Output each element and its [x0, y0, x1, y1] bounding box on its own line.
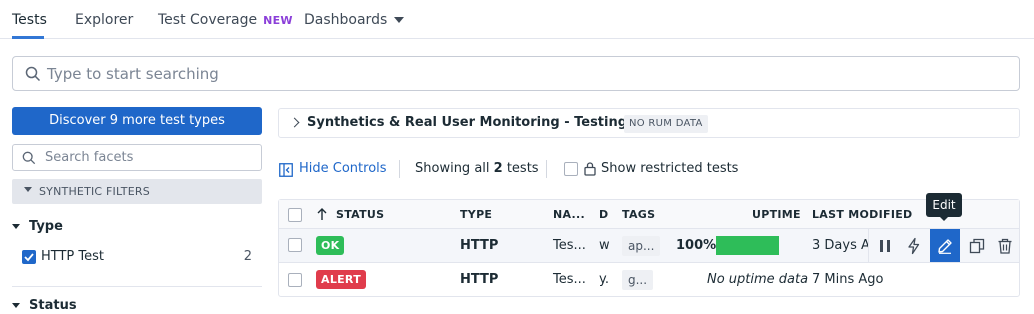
column-header-status[interactable]: STATUS	[336, 208, 384, 221]
pencil-icon	[938, 239, 952, 254]
table-row[interactable]: ALERT HTTP Tes... y. g... No uptime data…	[279, 263, 1019, 297]
pause-icon[interactable]	[876, 237, 894, 255]
clone-icon[interactable]	[968, 237, 986, 255]
column-header-d[interactable]: D	[599, 208, 608, 221]
lightning-icon[interactable]	[905, 237, 923, 255]
tag-chip[interactable]: g...	[622, 270, 654, 290]
select-all-checkbox[interactable]	[288, 208, 302, 222]
table-row[interactable]: OK HTTP Tes... w ap... 100% 3 Days A	[279, 229, 1019, 263]
tab-dashboards-label: Dashboards	[304, 12, 388, 28]
tag-chip[interactable]: ap...	[622, 236, 661, 256]
synthetic-filters-header[interactable]: SYNTHETIC FILTERS	[12, 179, 262, 204]
tab-test-coverage-label: Test Coverage	[158, 12, 258, 28]
search-input[interactable]: Type to start searching	[12, 56, 1020, 91]
search-facets-input[interactable]: Search facets	[12, 144, 262, 171]
showing-prefix: Showing all	[415, 161, 494, 176]
column-header-tags[interactable]: TAGS	[622, 208, 655, 221]
chevron-down-icon	[12, 303, 20, 308]
column-header-last-modified[interactable]: LAST MODIFIED	[812, 208, 912, 221]
status-badge: OK	[316, 236, 345, 255]
edit-button[interactable]	[930, 229, 960, 262]
status-facet-header[interactable]: Status	[12, 298, 77, 313]
search-facets-placeholder: Search facets	[45, 150, 134, 165]
search-placeholder: Type to start searching	[47, 65, 219, 83]
sidebar-toggle-icon	[279, 163, 293, 177]
trash-icon[interactable]	[996, 237, 1014, 255]
name-cell[interactable]: Tes...	[553, 272, 586, 287]
divider	[546, 160, 547, 178]
discover-test-types-button[interactable]: Discover 9 more test types	[12, 107, 262, 135]
last-modified-cell: 7 Mins Ago	[812, 272, 884, 287]
lock-icon	[584, 162, 596, 176]
column-header-name[interactable]: NA...	[553, 208, 585, 221]
status-facet-label: Status	[29, 298, 77, 313]
checkbox-checked[interactable]	[22, 250, 36, 264]
uptime-cell: No uptime data	[707, 272, 809, 287]
synthetic-filters-label: SYNTHETIC FILTERS	[39, 185, 150, 198]
no-rum-data-badge: NO RUM DATA	[624, 115, 708, 133]
chevron-down-icon	[12, 224, 20, 229]
showing-count-text: Showing all 2 tests	[415, 161, 539, 181]
row-checkbox[interactable]	[288, 273, 302, 287]
uptime-percent: 100%	[676, 238, 717, 253]
type-cell: HTTP	[460, 238, 499, 253]
search-icon	[25, 66, 41, 82]
active-tab-indicator	[12, 36, 44, 39]
last-modified-cell: 3 Days A	[812, 238, 870, 253]
tab-dashboards[interactable]: Dashboards	[304, 12, 405, 28]
row-actions	[868, 229, 1019, 262]
chevron-down-icon	[24, 187, 32, 192]
coverage-panel[interactable]: Synthetics & Real User Monitoring - Test…	[278, 108, 1020, 138]
d-cell: w	[599, 238, 610, 253]
name-cell[interactable]: Tes...	[553, 238, 586, 253]
facet-item-http-test[interactable]: HTTP Test 2	[22, 249, 252, 267]
divider	[12, 286, 262, 287]
tests-table: STATUS TYPE NA... D TAGS UPTIME LAST MOD…	[278, 199, 1020, 297]
column-header-type[interactable]: TYPE	[460, 208, 492, 221]
showing-count: 2	[493, 161, 503, 176]
column-header-uptime[interactable]: UPTIME	[752, 208, 801, 221]
search-icon	[22, 151, 36, 165]
type-cell: HTTP	[460, 272, 499, 287]
d-cell: y.	[599, 272, 609, 287]
row-checkbox[interactable]	[288, 238, 302, 252]
tab-tests[interactable]: Tests	[12, 12, 47, 28]
sort-ascending-icon[interactable]	[317, 207, 327, 221]
facet-item-count: 2	[243, 249, 252, 264]
type-facet-label: Type	[29, 219, 63, 234]
show-restricted-checkbox[interactable]	[564, 162, 578, 176]
table-header: STATUS TYPE NA... D TAGS UPTIME LAST MOD…	[279, 200, 1019, 229]
divider	[399, 160, 400, 178]
showing-suffix: tests	[502, 161, 539, 176]
new-badge: NEW	[263, 14, 293, 27]
hide-controls-label: Hide Controls	[299, 161, 387, 176]
chevron-right-icon	[289, 117, 300, 128]
tab-explorer[interactable]: Explorer	[75, 12, 133, 28]
tab-test-coverage[interactable]: Test Coverage NEW	[158, 12, 293, 28]
facet-item-label: HTTP Test	[41, 249, 105, 264]
checkmark-icon	[24, 253, 34, 262]
top-nav: Tests Explorer Test Coverage NEW Dashboar…	[0, 0, 1034, 39]
chevron-down-icon	[394, 17, 405, 23]
show-restricted-toggle[interactable]: Show restricted tests	[564, 161, 738, 181]
status-badge: ALERT	[316, 270, 367, 289]
edit-tooltip: Edit	[926, 193, 962, 221]
uptime-bar	[716, 236, 779, 255]
type-facet-header[interactable]: Type	[12, 219, 63, 234]
show-restricted-label: Show restricted tests	[601, 161, 739, 176]
